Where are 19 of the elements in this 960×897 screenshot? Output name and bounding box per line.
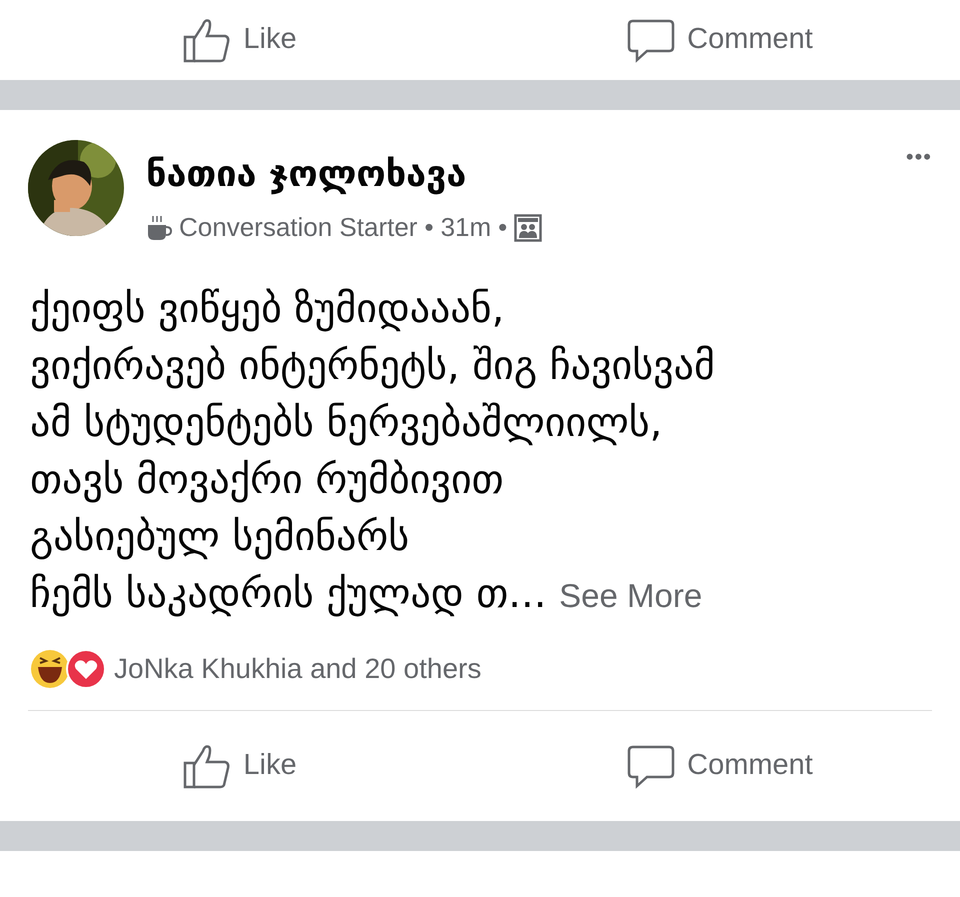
comment-button[interactable]: Comment	[619, 13, 821, 67]
group-icon	[514, 214, 542, 242]
thumbs-up-icon	[183, 743, 232, 789]
comment-icon	[627, 17, 676, 63]
badge-label: Conversation Starter	[179, 211, 418, 244]
post-time[interactable]: 31m	[440, 208, 492, 247]
more-options-button[interactable]: •••	[906, 140, 932, 173]
separator-dot: •	[498, 211, 508, 244]
post-text: ქეიფს ვიწყებ ზუმიდააან, ვიქირავებ ინტერნეტს, შიგ ჩავისვამ ამ სტუდენტებს ნერვებაშლიილს, თავს მოვაქრი რუმბივით გასიებულ სემინარს ჩემს საკადრის ქულად თ... See More	[29, 285, 716, 619]
comment-button[interactable]: Comment	[619, 739, 821, 793]
thumbs-up-icon	[183, 17, 232, 63]
like-button[interactable]: Like	[175, 13, 305, 67]
separator-dot: •	[424, 211, 434, 244]
reactions-text[interactable]: JoNka Khukhia and 20 others	[114, 648, 482, 690]
coffee-cup-icon	[146, 214, 172, 242]
author-name[interactable]: ნათია ჯოლოხავა	[146, 148, 542, 202]
like-button[interactable]: Like	[175, 739, 305, 793]
comment-icon	[627, 743, 676, 789]
see-more-link[interactable]: See More	[559, 577, 702, 614]
